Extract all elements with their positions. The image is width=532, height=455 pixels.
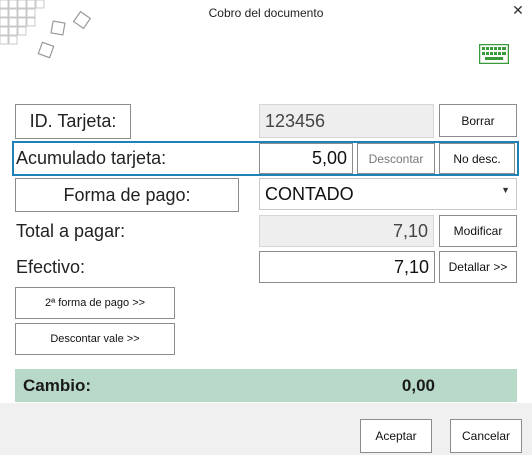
window-title: Cobro del documento xyxy=(208,6,324,20)
cash-input[interactable]: 7,10 xyxy=(259,251,435,283)
total-label: Total a pagar: xyxy=(16,221,126,241)
payment-method-label: Forma de pago: xyxy=(15,178,239,212)
cancel-button[interactable]: Cancelar xyxy=(450,419,522,453)
cash-label: Efectivo: xyxy=(16,257,86,277)
accumulated-value: 5,00 xyxy=(259,143,353,174)
card-id-input[interactable]: 123456 xyxy=(259,104,434,138)
voucher-button[interactable]: Descontar vale >> xyxy=(15,323,175,355)
second-payment-button[interactable]: 2ª forma de pago >> xyxy=(15,287,175,319)
dropdown-arrow-icon[interactable]: ▼ xyxy=(501,185,510,195)
modify-button[interactable]: Modificar xyxy=(439,215,517,247)
discount-button[interactable]: Descontar xyxy=(357,143,435,174)
change-label: Cambio: xyxy=(23,375,91,395)
clear-button[interactable]: Borrar xyxy=(439,104,517,137)
accumulated-label: Acumulado tarjeta: xyxy=(16,148,167,168)
close-icon[interactable]: ✕ xyxy=(508,0,528,20)
payment-method-value: CONTADO xyxy=(265,183,354,204)
detail-button[interactable]: Detallar >> xyxy=(439,251,517,283)
change-value: 0,00 xyxy=(401,375,435,395)
keyboard-icon[interactable] xyxy=(479,44,509,64)
payment-method-select[interactable]: CONTADO ▼ xyxy=(259,178,517,210)
no-discount-button[interactable]: No desc. xyxy=(439,143,515,174)
total-value: 7,10 xyxy=(259,215,434,247)
accept-button[interactable]: Aceptar xyxy=(360,419,432,453)
card-id-label: ID. Tarjeta: xyxy=(15,104,131,139)
